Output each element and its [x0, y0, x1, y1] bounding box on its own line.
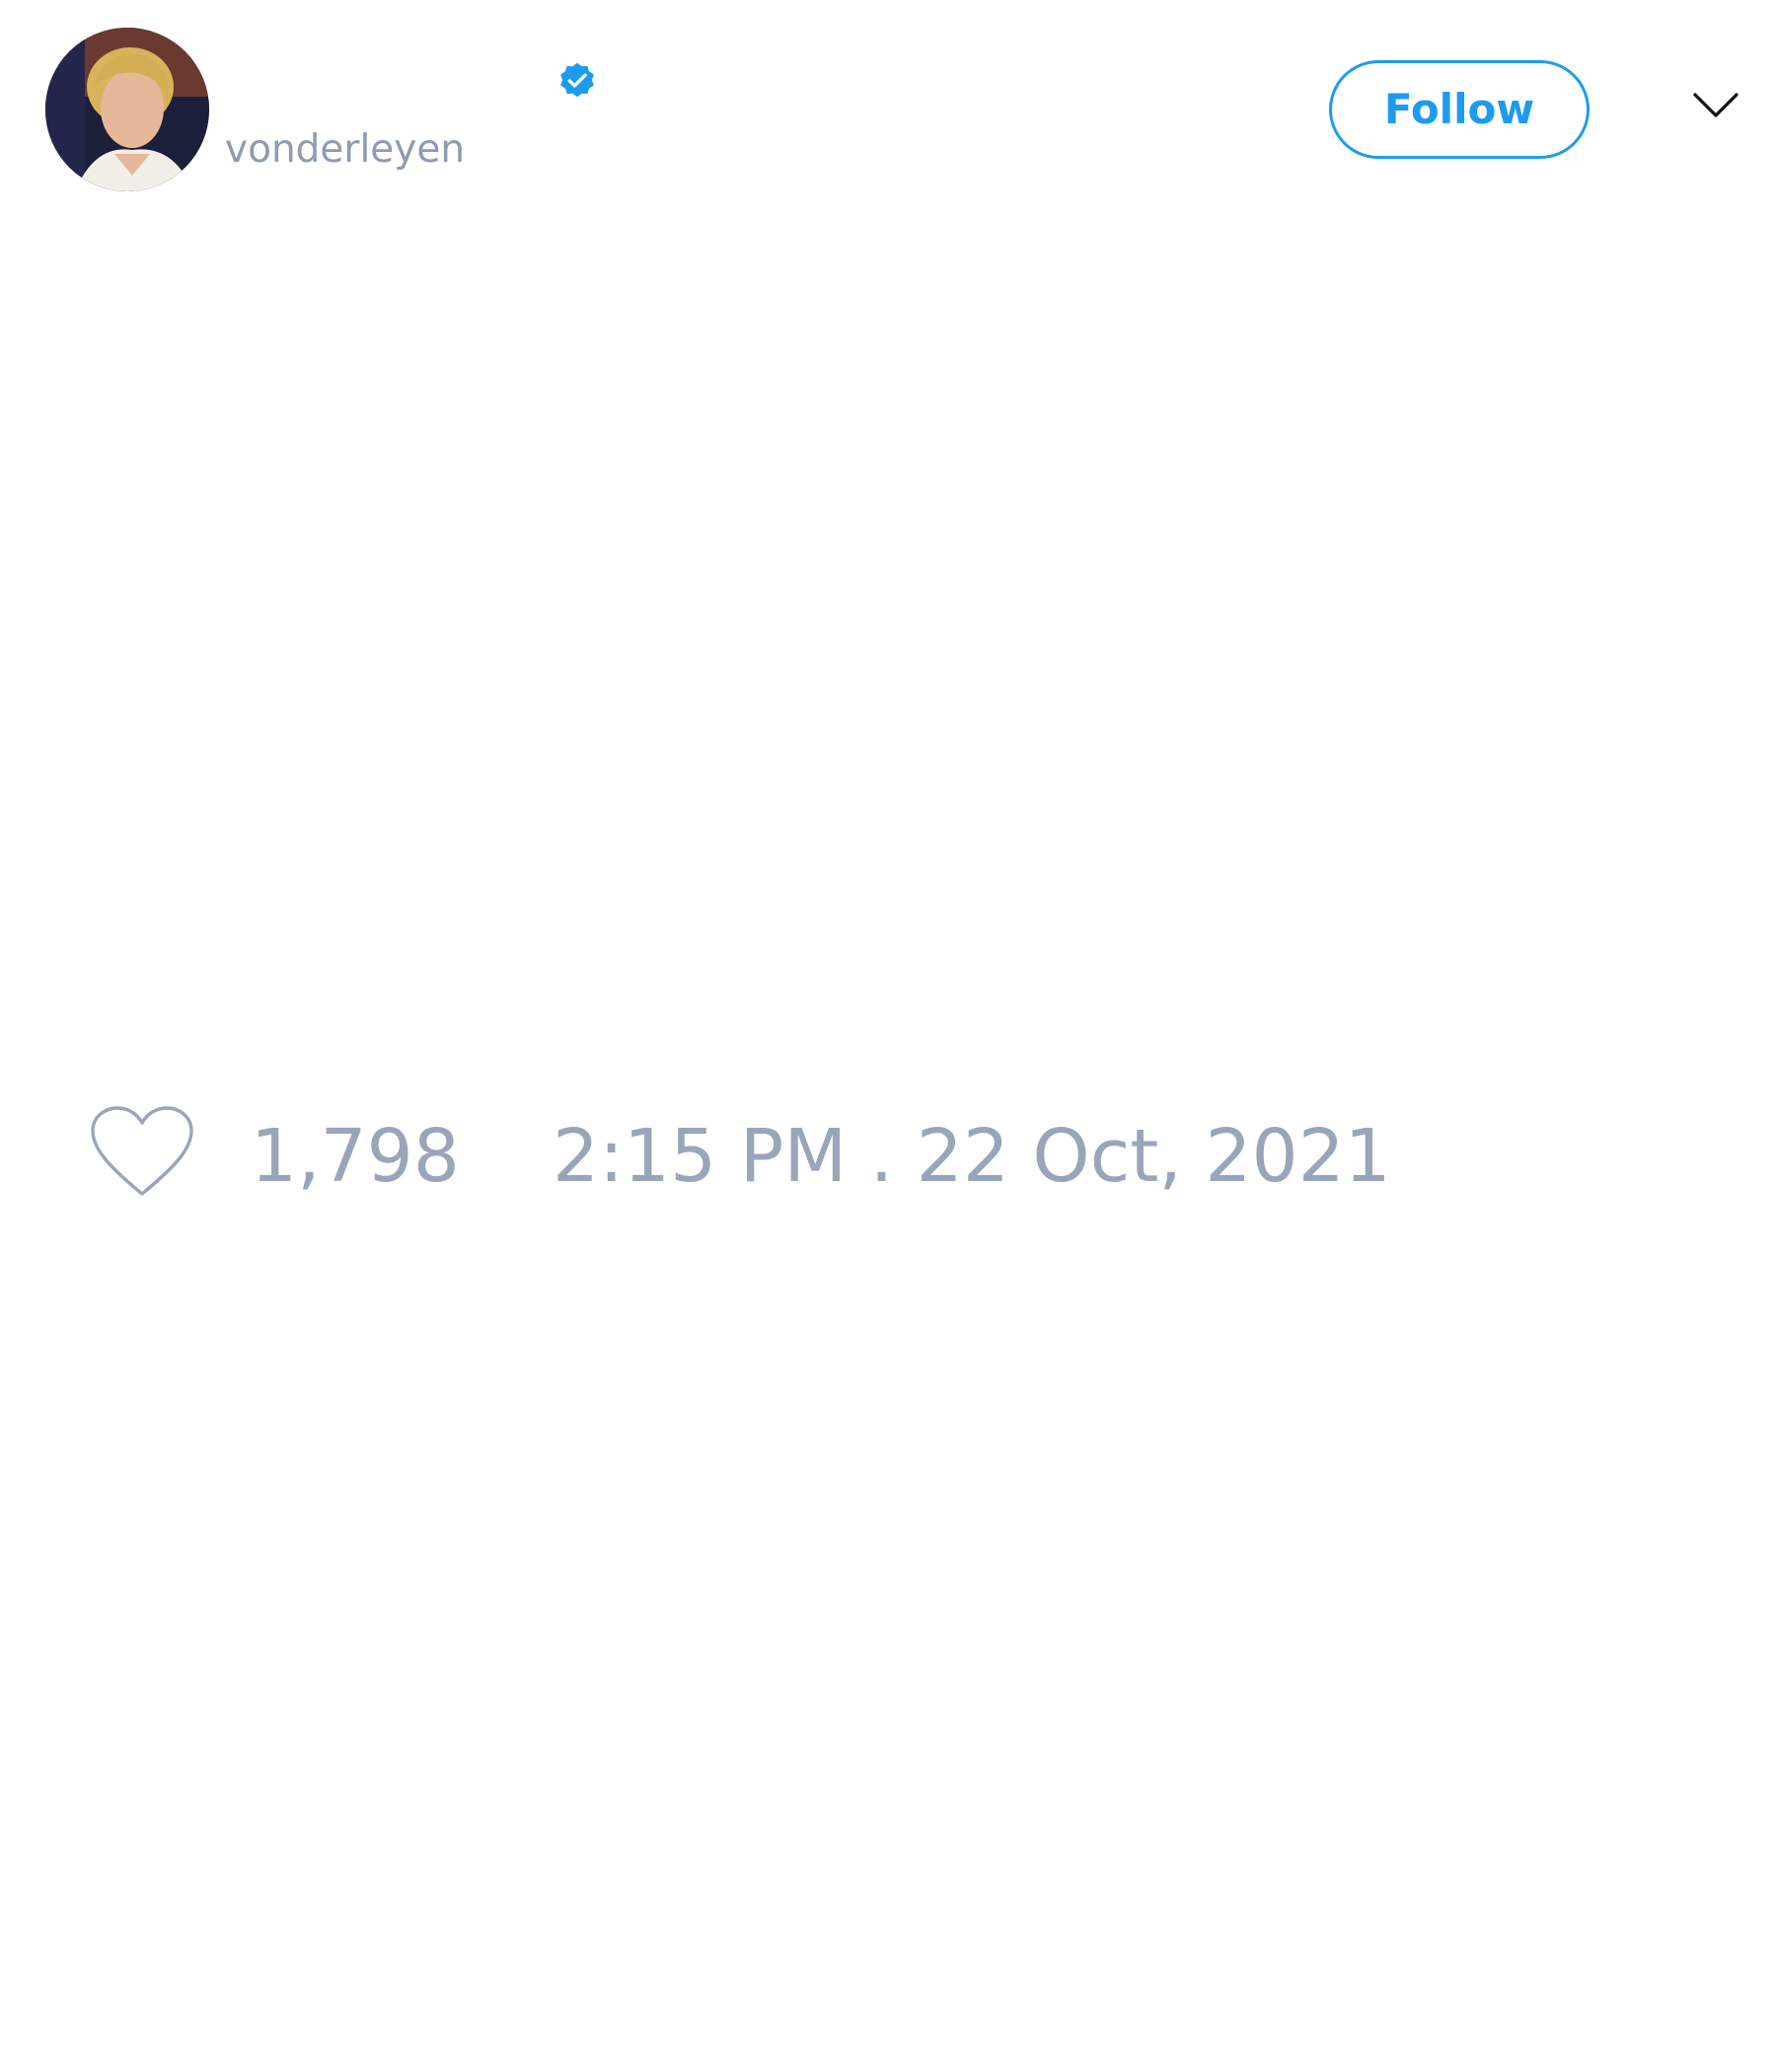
- heart-icon[interactable]: [89, 1105, 195, 1200]
- avatar-image: [45, 28, 209, 191]
- verified-badge-icon: [560, 62, 594, 98]
- author-handle[interactable]: vonderleyen: [225, 126, 465, 174]
- tweet-timestamp[interactable]: 2:15 PM . 22 Oct, 2021: [553, 1115, 1391, 1198]
- follow-button[interactable]: Follow: [1329, 60, 1590, 159]
- chevron-down-icon[interactable]: [1692, 91, 1739, 120]
- like-count: 1,798: [251, 1114, 460, 1199]
- avatar[interactable]: [45, 28, 209, 191]
